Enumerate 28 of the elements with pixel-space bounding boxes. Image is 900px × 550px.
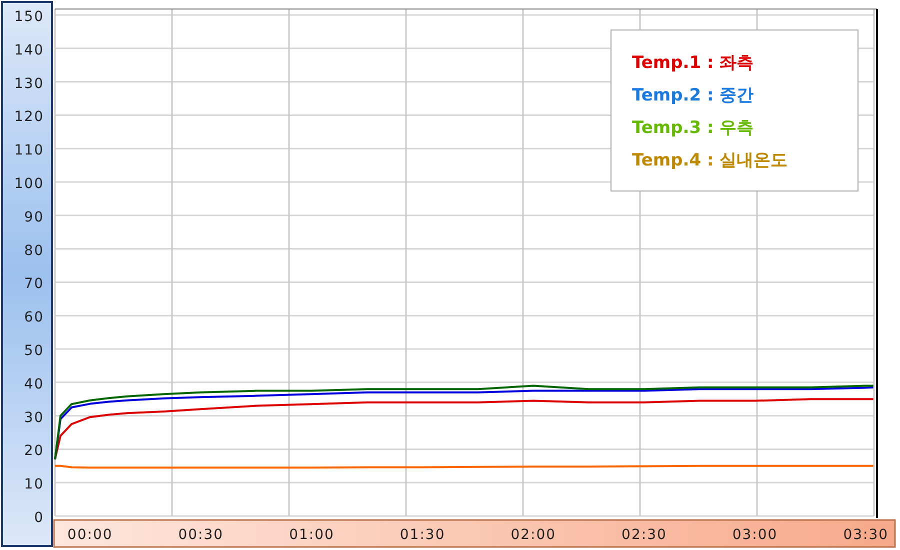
axis-label: 00:30 — [178, 527, 224, 543]
axis-label: 01:30 — [400, 527, 446, 543]
axis-label: 20 — [24, 443, 44, 460]
axis-label: 100 — [14, 176, 44, 192]
axis-label: 03:00 — [732, 527, 778, 543]
axis-label: 110 — [14, 142, 44, 159]
axis-label: 03:30 — [843, 527, 889, 543]
axis-label: 130 — [14, 76, 44, 92]
axis-label: 50 — [24, 343, 44, 359]
axis-label: 10 — [24, 476, 44, 493]
legend-label: Temp.3 : 우측 — [632, 118, 754, 138]
axis-label: 40 — [24, 376, 44, 392]
legend-label: Temp.2 : 중간 — [632, 86, 754, 106]
axis-label: 02:00 — [510, 527, 556, 543]
axis-label: 30 — [24, 410, 44, 426]
axis-label: 70 — [24, 276, 44, 292]
axis-label: 90 — [24, 209, 44, 226]
axis-label: 120 — [14, 109, 44, 126]
legend-label: Temp.1 : 좌측 — [632, 53, 754, 73]
axis-label: 150 — [14, 9, 44, 25]
axis-label: 60 — [24, 310, 44, 326]
axis-label: 140 — [14, 42, 44, 58]
axis-label: 80 — [24, 242, 44, 259]
axis-label: 0 — [34, 510, 44, 526]
axis-label: 00:00 — [67, 527, 113, 543]
axis-label: 02:30 — [622, 527, 667, 543]
axis-label: 01:00 — [289, 527, 334, 543]
legend-label: Temp.4 : 실내온도 — [632, 150, 788, 170]
